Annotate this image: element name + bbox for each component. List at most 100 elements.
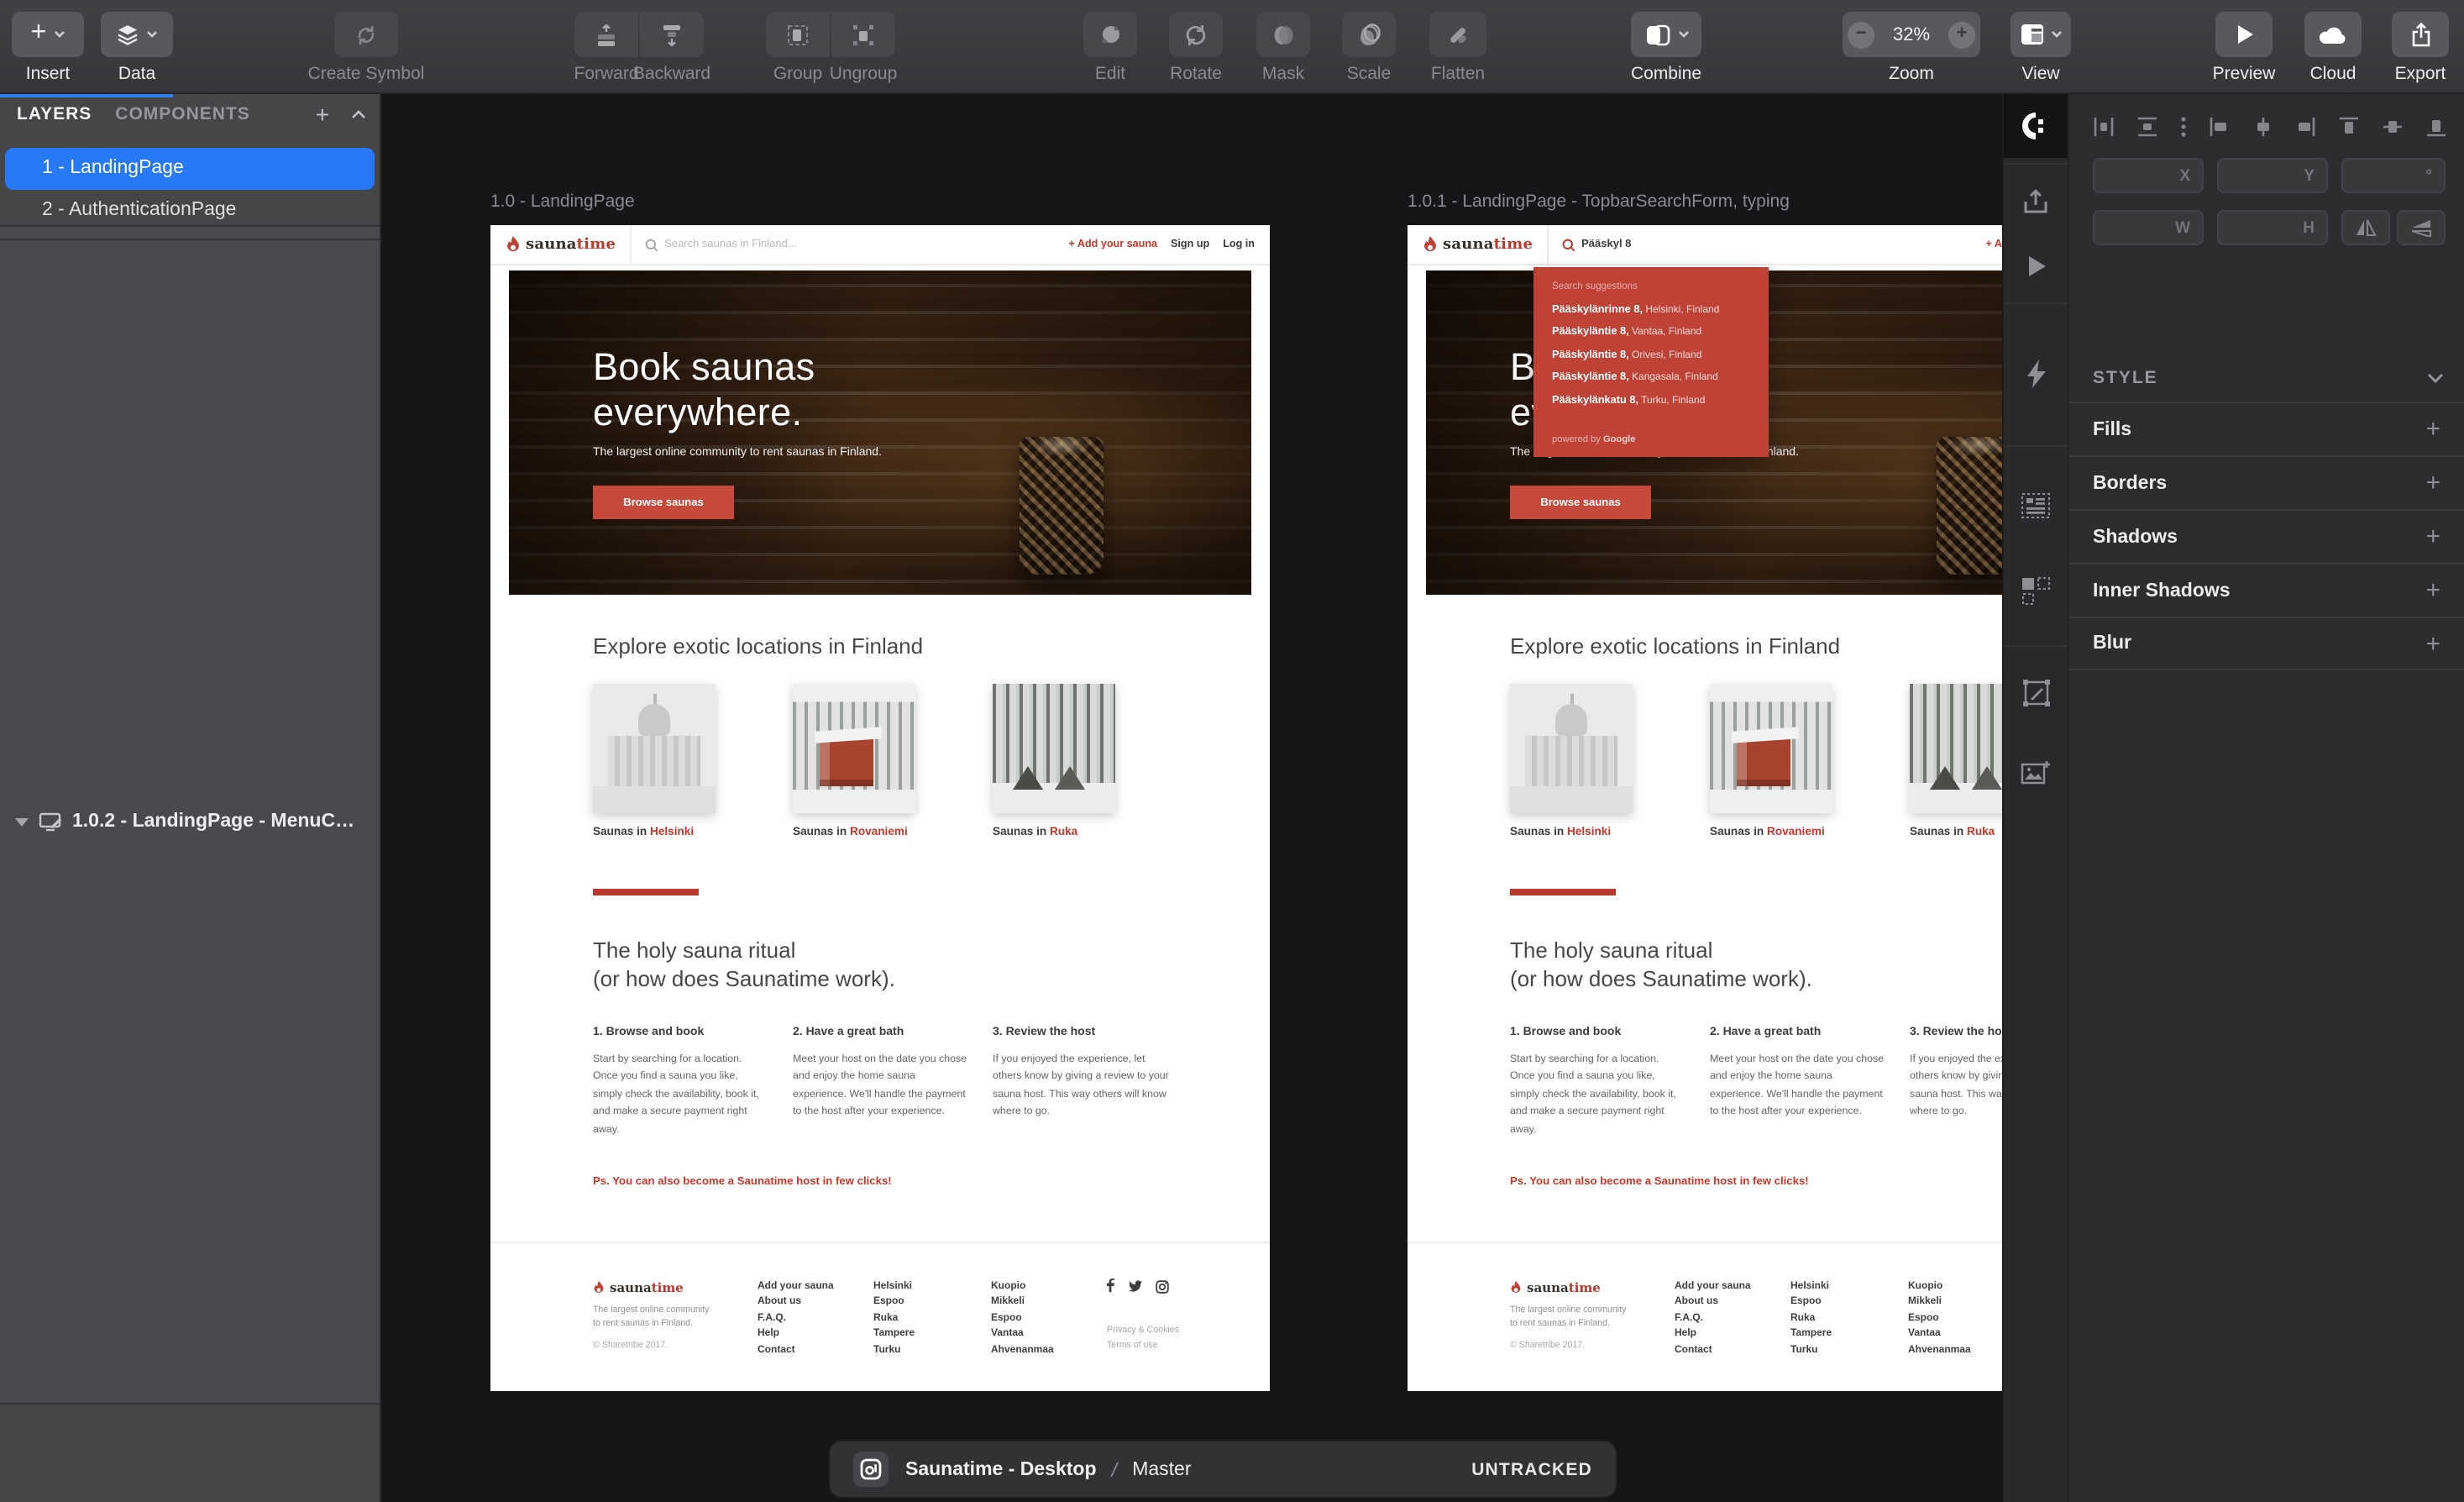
edit-tool[interactable]: Edit [1083,12,1137,57]
collapse-icon[interactable] [351,109,366,119]
draw-tab[interactable] [2004,660,2068,724]
insert-button[interactable]: + [12,12,84,57]
footer-link[interactable]: Vantaa [1908,1327,1971,1343]
topbar-search[interactable]: Search saunas in Finland... [644,238,797,251]
footer-link[interactable]: Add your sauna [758,1280,834,1296]
browse-saunas-button[interactable]: Browse saunas [593,486,734,519]
footer-link[interactable]: Turku [1790,1343,1832,1359]
brand-logo[interactable]: saunatime [1408,235,1533,254]
footer-link[interactable]: Kuopio [1908,1280,1971,1296]
align-right-icon[interactable] [2295,115,2317,137]
canvas[interactable]: 1.0 - LandingPage 1.0.1 - LandingPage - … [381,94,2002,1502]
add-page-button[interactable]: + [316,102,329,126]
suggestion-item[interactable]: Pääskylänrinne 8, Helsinki, Finland [1552,303,1769,315]
rotate-tool[interactable]: Rotate [1169,12,1223,57]
height-field[interactable]: H [2217,210,2328,245]
shadows-section[interactable]: Shadows + [2069,509,2464,563]
artboard-2[interactable]: saunatime Pääskyl 8 + Add your sauna Sig… [1408,225,2002,1391]
project-status-bar[interactable]: Saunatime - Desktop / Master UNTRACKED [830,1442,1616,1497]
data-button[interactable] [101,12,173,57]
footer-link[interactable]: Mikkeli [991,1296,1054,1312]
footer-link[interactable]: Contact [758,1343,834,1359]
artboard-1[interactable]: saunatime Search saunas in Finland... + … [490,225,1270,1391]
scale-icon-button[interactable] [1342,12,1396,57]
export-tool[interactable]: Export [2392,12,2449,57]
footer-link[interactable]: Kuopio [991,1280,1054,1296]
footer-link[interactable]: Ahvenanmaa [991,1343,1054,1359]
preview-button[interactable] [2215,12,2273,57]
align-left-icon[interactable] [2208,115,2230,137]
footer-link[interactable]: Espoo [1908,1312,1971,1328]
footer-logo[interactable]: saunatime [1510,1280,1601,1295]
footer-link[interactable]: Ahvenanmaa [1908,1343,1971,1359]
footer-link[interactable]: Espoo [873,1296,915,1312]
become-host-link[interactable]: Ps. You can also become a Saunatime host… [593,1176,892,1188]
share-upload-tab[interactable] [2004,170,2068,234]
login-link[interactable]: Log in [1223,239,1255,250]
combine-button[interactable] [1631,12,1701,57]
tab-components[interactable]: COMPONENTS [115,104,250,124]
ungroup-button[interactable] [831,12,895,57]
backward-button[interactable] [640,12,704,57]
signup-link[interactable]: Sign up [1171,239,1209,250]
more-options-icon[interactable] [2180,115,2187,137]
footer-link[interactable]: About us [1675,1296,1751,1312]
insert-tool[interactable]: + Insert [12,12,84,57]
zoom-in-button[interactable]: + [1948,21,1975,48]
suggestion-item[interactable]: Pääskyläntie 8, Orivesi, Finland [1552,349,1769,361]
cloud-button[interactable] [2304,12,2362,57]
data-tool[interactable]: Data [101,12,173,57]
add-blur-button[interactable]: + [2425,629,2440,658]
suggestion-item[interactable]: Pääskylänkatu 8, Turku, Finland [1552,395,1769,407]
interactions-tab[interactable] [2004,341,2068,405]
footer-link[interactable]: Helsinki [1790,1280,1832,1296]
footer-link[interactable]: Contact [1675,1343,1751,1359]
location-card-helsinki[interactable]: Saunas in Helsinki [1510,684,1633,838]
footer-link[interactable]: Help [758,1327,834,1343]
footer-link[interactable]: Espoo [1790,1296,1832,1312]
footer-link[interactable]: About us [758,1296,834,1312]
align-bottom-icon[interactable] [2425,115,2447,137]
artboard-1-label[interactable]: 1.0 - LandingPage [490,192,635,212]
align-middle-icon[interactable] [2382,115,2404,137]
distribute-horizontal-icon[interactable] [2093,115,2115,137]
location-card-rovaniemi[interactable]: Saunas in Rovaniemi [793,684,915,838]
suggestion-item[interactable]: Pääskyläntie 8, Kangasala, Finland [1552,372,1769,384]
group-button[interactable] [766,12,830,57]
view-tool[interactable]: View [2011,12,2071,57]
edit-button[interactable] [1083,12,1137,57]
preview-tab[interactable] [2004,234,2068,297]
topbar-search[interactable]: Pääskyl 8 [1561,238,1631,251]
flatten-tool[interactable]: Flatten [1429,12,1486,57]
footer-link[interactable]: Espoo [991,1312,1054,1328]
fills-section[interactable]: Fills + [2069,402,2464,455]
borders-section[interactable]: Borders + [2069,455,2464,509]
location-card-helsinki[interactable]: Saunas in Helsinki [593,684,716,838]
location-card-ruka[interactable]: Saunas in Ruka [1910,684,2002,838]
footer-link[interactable]: Vantaa [991,1327,1054,1343]
x-position-field[interactable]: X [2093,158,2204,193]
frames-tab[interactable] [2004,558,2068,622]
add-border-button[interactable]: + [2425,469,2440,497]
footer-link[interactable]: F.A.Q. [1675,1312,1751,1328]
view-button[interactable] [2011,12,2071,57]
facebook-icon[interactable] [1107,1279,1115,1294]
privacy-link[interactable]: Privacy & Cookies [1107,1324,1179,1340]
footer-link[interactable]: Turku [873,1343,915,1359]
brand-logo[interactable]: saunatime [490,235,616,254]
backward-tool[interactable]: Backward [640,12,704,57]
style-section-header[interactable]: STYLE [2093,368,2444,388]
align-top-icon[interactable] [2339,115,2361,137]
group-tool[interactable]: Group [766,12,830,57]
add-shadow-button[interactable]: + [2425,523,2440,551]
footer-link[interactable]: Ruka [1790,1312,1832,1328]
export-button[interactable] [2392,12,2449,57]
footer-link[interactable]: Ruka [873,1312,915,1328]
rotate-button[interactable] [1169,12,1223,57]
tab-layers[interactable]: LAYERS [17,104,92,124]
flip-vertical-button[interactable] [2397,210,2446,245]
tree-artboard-1-0-2[interactable]: 1.0.2 - LandingPage - MenuC… [0,239,381,1405]
artboard-2-label[interactable]: 1.0.1 - LandingPage - TopbarSearchForm, … [1408,192,1790,212]
preview-tool[interactable]: Preview [2215,12,2273,57]
forward-button[interactable] [574,12,638,57]
